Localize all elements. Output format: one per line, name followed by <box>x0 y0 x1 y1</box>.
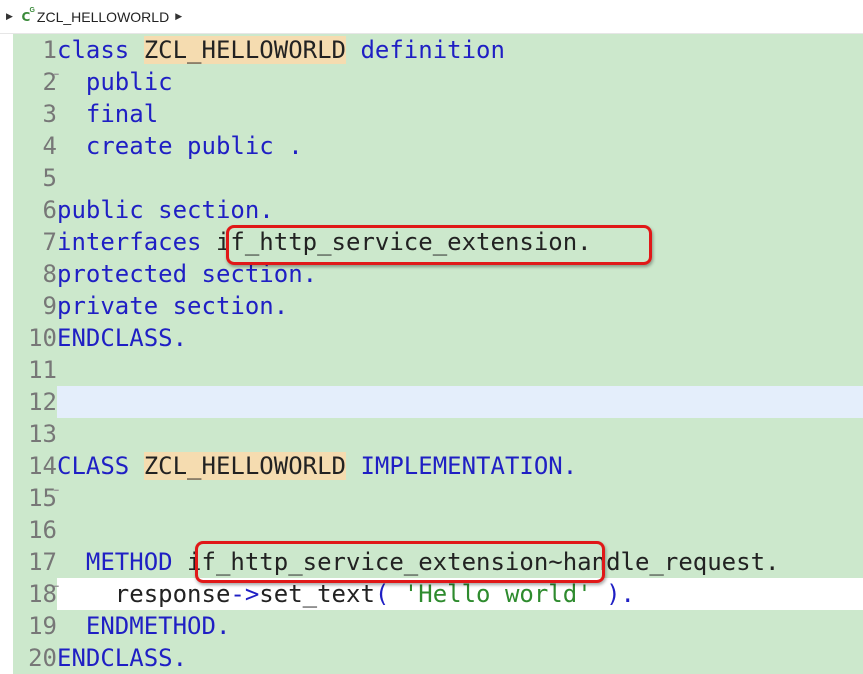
code-token: ENDCLASS. <box>57 644 188 672</box>
code-token: -> <box>230 580 260 608</box>
code-token: ENDMETHOD. <box>57 612 231 640</box>
code-token: ). <box>591 580 635 608</box>
line-number: 11 <box>13 354 57 386</box>
line-number: 7 <box>13 226 57 258</box>
line-number: 19 <box>13 610 57 642</box>
code-token: 'Hello world' <box>403 580 592 608</box>
line-number-text: 10 <box>28 324 57 352</box>
code-line[interactable]: create public . <box>57 130 863 162</box>
breadcrumb: ▶ C G ZCL_HELLOWORLD ▶ <box>0 0 863 34</box>
code-line[interactable]: public section. <box>57 194 863 226</box>
line-number-text: 13 <box>28 420 57 448</box>
line-number: 6 <box>13 194 57 226</box>
code-token: CLASS <box>57 452 144 480</box>
code-token: interfaces <box>57 228 216 256</box>
annotation-highlight-method <box>195 541 605 583</box>
line-number-text: 2 <box>42 68 57 96</box>
line-number-text: 5 <box>42 164 57 192</box>
line-number-text: 12 <box>28 388 57 416</box>
code-editor[interactable]: 1 2 3 4 5 6 7 8 9 10 11 12 13 14 15 16 17 18 19 20 class ZC… <box>0 34 863 674</box>
annotation-highlight-interface <box>226 225 652 265</box>
code-token: response <box>57 580 231 608</box>
code-line[interactable]: CLASS ZCL_HELLOWORLD IMPLEMENTATION. <box>57 450 863 482</box>
code-token: class <box>57 36 144 64</box>
line-number: 12 <box>13 386 57 418</box>
code-token: ( <box>374 580 404 608</box>
code-line[interactable] <box>57 386 863 418</box>
line-number-text: 11 <box>28 356 57 384</box>
line-number-text: 9 <box>42 292 57 320</box>
line-number-text: 7 <box>42 228 57 256</box>
code-token: definition <box>346 36 505 64</box>
overview-ruler <box>0 34 13 674</box>
class-icon: C G <box>21 6 35 24</box>
line-number-text: 20 <box>28 644 57 672</box>
line-number: 4 <box>13 130 57 162</box>
code-token: public <box>57 68 173 96</box>
line-number: 13 <box>13 418 57 450</box>
code-line[interactable]: ENDCLASS. <box>57 322 863 354</box>
line-number: 9 <box>13 290 57 322</box>
line-number: 16 <box>13 514 57 546</box>
code-token: ZCL_HELLOWORLD <box>143 452 346 480</box>
breadcrumb-class-name[interactable]: ZCL_HELLOWORLD <box>37 9 169 25</box>
line-number-text: 16 <box>28 516 57 544</box>
line-number: 15 <box>13 482 57 514</box>
line-number: 18 <box>13 578 57 610</box>
line-number: 17 <box>13 546 62 602</box>
line-number: 1 <box>13 34 62 90</box>
line-number-text: 3 <box>42 100 57 128</box>
code-line[interactable]: class ZCL_HELLOWORLD definition <box>57 34 863 66</box>
line-number: 8 <box>13 258 57 290</box>
code-line[interactable]: ENDCLASS. <box>57 642 863 674</box>
line-number-text: 4 <box>42 132 57 160</box>
code-token: METHOD <box>57 548 188 576</box>
code-line[interactable] <box>57 162 863 194</box>
line-number-text: 15 <box>28 484 57 512</box>
line-number: 20 <box>13 642 57 674</box>
line-number: 5 <box>13 162 57 194</box>
code-line[interactable] <box>57 354 863 386</box>
code-token: ZCL_HELLOWORLD <box>143 36 346 64</box>
line-number-text: 6 <box>42 196 57 224</box>
code-line[interactable]: final <box>57 98 863 130</box>
chevron-right-icon[interactable]: ▶ <box>175 11 182 22</box>
code-token: IMPLEMENTATION. <box>346 452 578 480</box>
code-token: ENDCLASS. <box>57 324 188 352</box>
code-line[interactable]: private section. <box>57 290 863 322</box>
expand-arrow-icon[interactable]: ▶ <box>6 11 13 22</box>
line-number: 2 <box>13 66 57 98</box>
line-number: 3 <box>13 98 57 130</box>
code-line[interactable]: public <box>57 66 863 98</box>
code-line[interactable] <box>57 418 863 450</box>
code-line[interactable] <box>57 482 863 514</box>
code-token: final <box>57 100 159 128</box>
code-line[interactable]: ENDMETHOD. <box>57 610 863 642</box>
line-number-text: 19 <box>28 612 57 640</box>
line-number: 14 <box>13 450 62 506</box>
line-number: 10 <box>13 322 57 354</box>
code-token: set_text <box>259 580 375 608</box>
code-token: public section. <box>57 196 274 224</box>
code-token: private section. <box>57 292 289 320</box>
code-token: create public . <box>57 132 303 160</box>
line-number-text: 18 <box>28 580 57 608</box>
line-number-text: 8 <box>42 260 57 288</box>
